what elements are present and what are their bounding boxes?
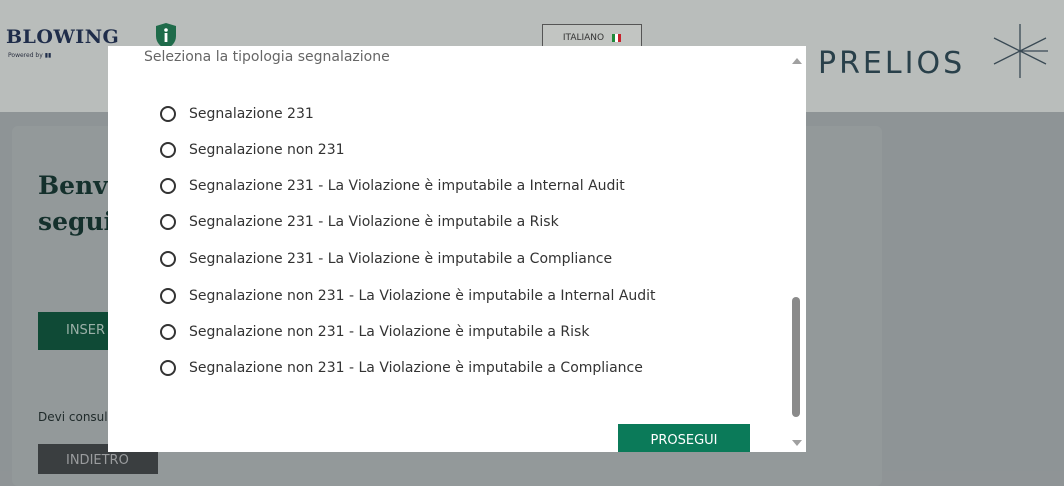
powered-by-text: Powered by ▮▮	[8, 52, 52, 59]
radio-unchecked-icon[interactable]	[160, 324, 176, 340]
radio-unchecked-icon[interactable]	[160, 178, 176, 194]
italy-flag-icon	[612, 34, 622, 42]
scroll-down-arrow-icon[interactable]	[792, 440, 802, 446]
option-label: Segnalazione non 231	[189, 142, 345, 158]
whistleblowing-logo: BLOWING	[6, 26, 120, 48]
option-non-231-compliance[interactable]: Segnalazione non 231 - La Violazione è i…	[160, 356, 643, 380]
modal-title: Seleziona la tipologia segnalazione	[144, 49, 390, 65]
prosegui-button[interactable]: PROSEGUI	[618, 424, 750, 452]
radio-unchecked-icon[interactable]	[160, 360, 176, 376]
option-label: Segnalazione non 231 - La Violazione è i…	[189, 324, 590, 340]
radio-unchecked-icon[interactable]	[160, 288, 176, 304]
option-non-231-risk[interactable]: Segnalazione non 231 - La Violazione è i…	[160, 320, 589, 344]
scrollbar-thumb[interactable]	[792, 297, 800, 417]
option-label: Segnalazione 231 - La Violazione è imput…	[189, 178, 625, 194]
report-type-modal: Seleziona la tipologia segnalazione Segn…	[108, 46, 806, 452]
option-231-compliance[interactable]: Segnalazione 231 - La Violazione è imput…	[160, 247, 612, 271]
option-label: Segnalazione 231 - La Violazione è imput…	[189, 251, 613, 267]
language-label: ITALIANO	[562, 33, 605, 43]
radio-unchecked-icon[interactable]	[160, 142, 176, 158]
option-231-risk[interactable]: Segnalazione 231 - La Violazione è imput…	[160, 210, 559, 234]
option-non-231-internal-audit[interactable]: Segnalazione non 231 - La Violazione è i…	[160, 284, 656, 308]
prelios-logo: PRELIOS	[818, 46, 966, 81]
prelios-star-icon	[993, 24, 1048, 78]
modal-scrollbar[interactable]	[788, 52, 806, 450]
option-label: Segnalazione non 231 - La Violazione è i…	[189, 360, 643, 376]
radio-unchecked-icon[interactable]	[160, 106, 176, 122]
option-segnalazione-non-231[interactable]: Segnalazione non 231	[160, 138, 345, 162]
consult-text: Devi consul	[38, 410, 108, 424]
option-segnalazione-231[interactable]: Segnalazione 231	[160, 102, 314, 126]
radio-unchecked-icon[interactable]	[160, 214, 176, 230]
option-231-internal-audit[interactable]: Segnalazione 231 - La Violazione è imput…	[160, 174, 625, 198]
option-label: Segnalazione 231	[189, 106, 314, 122]
option-label: Segnalazione 231 - La Violazione è imput…	[189, 214, 559, 230]
scroll-up-arrow-icon[interactable]	[792, 58, 802, 64]
radio-unchecked-icon[interactable]	[160, 251, 176, 267]
option-label: Segnalazione non 231 - La Violazione è i…	[189, 288, 656, 304]
